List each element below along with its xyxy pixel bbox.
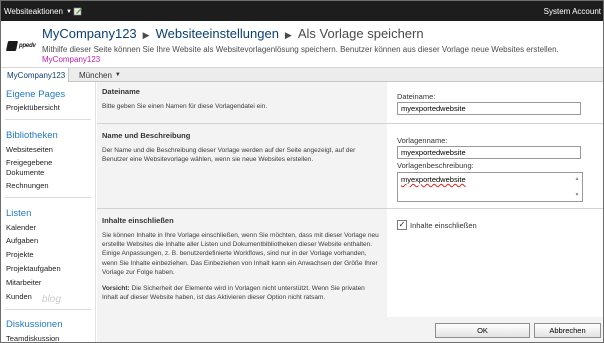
section-title: Inhalte einschließen [102, 216, 174, 225]
section-text: Sie können Inhalte in Ihre Vorlage einsc… [102, 232, 379, 276]
nav-item-customers[interactable]: Kunden [6, 292, 32, 302]
nav-item-shared-documents[interactable]: Freigegebene Dokumente [6, 158, 86, 178]
nav-heading-discussions[interactable]: Diskussionen [6, 319, 63, 330]
caution-label: Vorsicht: [102, 285, 130, 292]
include-content-checkbox[interactable]: ✓ [397, 220, 407, 230]
chevron-down-icon: ▼ [66, 8, 72, 15]
page-description: Mithilfe dieser Seite können Sie Ihre We… [42, 45, 559, 54]
page-title: Als Vorlage speichern [297, 26, 424, 41]
sharepoint-window: Websiteaktionen ▼ System Account ppedv M… [0, 0, 604, 343]
user-account-menu[interactable]: System Account [544, 7, 601, 16]
chevron-down-icon: ▼ [114, 72, 121, 78]
caution-text: Vorsicht: Die Sicherheit der Elemente wi… [102, 284, 380, 302]
breadcrumb-separator-icon: ▶ [142, 30, 150, 40]
template-description-value: myexportedwebsite [401, 175, 466, 184]
blog-watermark: blog [42, 294, 61, 305]
filename-section: Dateiname Bitte geben Sie einen Namen fü… [97, 82, 603, 124]
top-navigation: MyCompany123 München ▼ [1, 67, 603, 82]
include-content-label[interactable]: Inhalte einschließen [410, 221, 477, 230]
section-text: Der Name und die Beschreibung dieser Vor… [102, 147, 356, 164]
scroll-up-icon: ▲ [574, 176, 580, 182]
nav-heading-libraries[interactable]: Bibliotheken [6, 130, 58, 141]
name-description-section: Name und Beschreibung Der Name und die B… [97, 124, 603, 209]
nav-item-calendar[interactable]: Kalender [6, 223, 36, 233]
ok-button[interactable]: OK [435, 323, 530, 338]
template-description-field[interactable]: myexportedwebsite ▲ ▼ [397, 172, 583, 202]
cancel-button[interactable]: Abbrechen [534, 323, 601, 338]
logo-text: ppedv [19, 43, 36, 49]
nav-item-tasks[interactable]: Aufgaben [6, 236, 38, 246]
section-title: Dateiname [102, 87, 140, 96]
nav-heading-pages[interactable]: Eigene Pages [6, 89, 65, 100]
nav-divider [5, 309, 91, 310]
top-ribbon-bar: Websiteaktionen ▼ System Account [1, 1, 603, 21]
tab-munich[interactable]: München ▼ [73, 68, 127, 82]
section-text: Bitte geben Sie einen Namen für diese Vo… [102, 103, 268, 110]
nav-item-project-overview[interactable]: Projektübersicht [6, 103, 60, 113]
textarea-scrollbar[interactable]: ▲ ▼ [573, 174, 581, 200]
quick-launch: Eigene Pages Projektübersicht Bibliothek… [1, 82, 96, 342]
template-name-field[interactable]: myexportedwebsite [397, 146, 581, 159]
title-area: ppedv MyCompany123 ▶ Websiteeinstellunge… [1, 21, 603, 67]
template-description-label: Vorlagenbeschreibung: [397, 161, 474, 170]
breadcrumb-site-link[interactable]: MyCompany123 [42, 26, 137, 41]
site-actions-label: Websiteaktionen [4, 7, 63, 16]
nav-item-site-pages[interactable]: Websiteseiten [6, 145, 53, 155]
site-name-link[interactable]: MyCompany123 [42, 55, 100, 64]
caution-body: Die Sicherheit der Elemente wird in Vorl… [102, 285, 365, 302]
breadcrumb-settings-link[interactable]: Websiteeinstellungen [156, 26, 279, 41]
nav-item-projects[interactable]: Projekte [6, 250, 34, 260]
site-logo[interactable]: ppedv [5, 40, 37, 52]
nav-divider [5, 197, 91, 198]
main-content: Dateiname Bitte geben Sie einen Namen fü… [97, 82, 603, 342]
nav-item-employees[interactable]: Mitarbeiter [6, 278, 41, 288]
logo-icon [5, 41, 19, 51]
template-name-label: Vorlagenname: [397, 136, 448, 145]
site-actions-menu[interactable]: Websiteaktionen ▼ [4, 5, 72, 18]
nav-item-team-discussion[interactable]: Teamdiskussion [6, 334, 59, 342]
nav-item-project-tasks[interactable]: Projektaufgaben [6, 264, 61, 274]
nav-heading-lists[interactable]: Listen [6, 208, 31, 219]
tab-munich-label: München [79, 70, 112, 80]
breadcrumb-separator-icon: ▶ [284, 30, 292, 40]
button-bar: OK Abbrechen [97, 317, 603, 342]
edit-page-icon[interactable] [73, 6, 83, 16]
filename-field[interactable]: myexportedwebsite [397, 102, 581, 115]
breadcrumb: MyCompany123 ▶ Websiteeinstellungen ▶ Al… [42, 26, 424, 41]
tab-home[interactable]: MyCompany123 [1, 68, 69, 82]
nav-item-invoices[interactable]: Rechnungen [6, 181, 49, 191]
nav-divider [5, 119, 91, 120]
filename-label: Dateiname: [397, 92, 436, 101]
section-title: Name und Beschreibung [102, 131, 191, 140]
checkmark-icon: ✓ [398, 220, 406, 229]
include-content-section: Inhalte einschließen Sie können Inhalte … [97, 209, 603, 317]
scroll-down-icon: ▼ [574, 192, 580, 198]
